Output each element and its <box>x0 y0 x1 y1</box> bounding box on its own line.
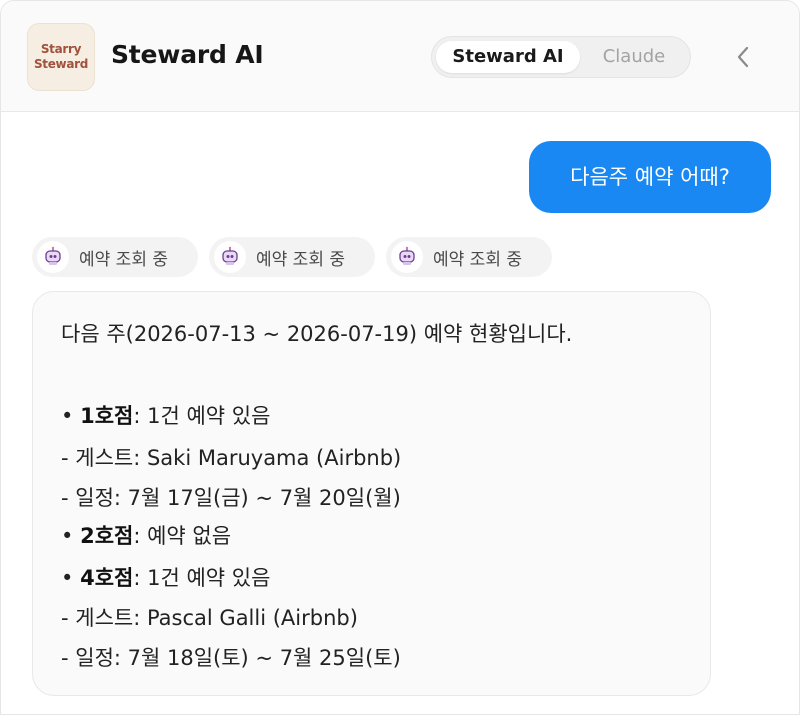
branch-status: : 예약 없음 <box>133 524 232 548</box>
tool-status-chip: 예약 조회 중 <box>209 237 375 277</box>
robot-icon <box>37 241 69 273</box>
branch-name: 4호점 <box>80 566 134 590</box>
chip-label: 예약 조회 중 <box>256 249 346 270</box>
back-button[interactable] <box>729 43 757 71</box>
reply-detail: - 게스트: Pascal Galli (Airbnb) <box>61 606 358 630</box>
chip-label: 예약 조회 중 <box>79 249 169 270</box>
reply-item-3: • 4호점: 1건 예약 있음 <box>61 562 270 592</box>
header: Starry Steward Steward AI Steward AI Cla… <box>1 1 799 112</box>
chip-label: 예약 조회 중 <box>433 249 523 270</box>
reply-detail: - 일정: 7월 18일(토) ~ 7월 25일(토) <box>61 646 401 670</box>
logo-line-2: Steward <box>33 57 89 71</box>
reply-intro: 다음 주(2026-07-13 ~ 2026-07-19) 예약 현황입니다. <box>61 322 573 346</box>
tool-status-chip: 예약 조회 중 <box>32 237 198 277</box>
user-message-bubble: 다음주 예약 어때? <box>529 141 771 213</box>
bullet: • <box>61 404 74 428</box>
branch-status: : 1건 예약 있음 <box>133 404 271 428</box>
app-logo: Starry Steward <box>27 23 95 91</box>
reply-item-1: • 1호점: 1건 예약 있음 <box>61 400 270 430</box>
tab-steward-ai[interactable]: Steward AI <box>436 41 580 73</box>
chat-window: Starry Steward Steward AI Steward AI Cla… <box>0 0 800 715</box>
logo-line-1: Starry <box>40 42 82 56</box>
robot-icon <box>214 241 246 273</box>
bullet: • <box>61 566 74 590</box>
branch-name: 1호점 <box>80 404 134 428</box>
tab-claude[interactable]: Claude <box>582 41 686 73</box>
chevron-left-icon <box>737 46 749 68</box>
bullet: • <box>61 524 74 548</box>
app-title: Steward AI <box>111 40 264 69</box>
robot-icon <box>391 241 423 273</box>
tool-status-chip: 예약 조회 중 <box>386 237 552 277</box>
reply-detail: - 일정: 7월 17일(금) ~ 7월 20일(월) <box>61 486 401 510</box>
assistant-message-card: 다음 주(2026-07-13 ~ 2026-07-19) 예약 현황입니다. … <box>32 291 711 696</box>
reply-detail: - 게스트: Saki Maruyama (Airbnb) <box>61 446 402 470</box>
reply-item-2: • 2호점: 예약 없음 <box>61 520 231 550</box>
model-switcher: Steward AI Claude <box>431 36 691 78</box>
branch-status: : 1건 예약 있음 <box>133 566 271 590</box>
branch-name: 2호점 <box>80 524 134 548</box>
